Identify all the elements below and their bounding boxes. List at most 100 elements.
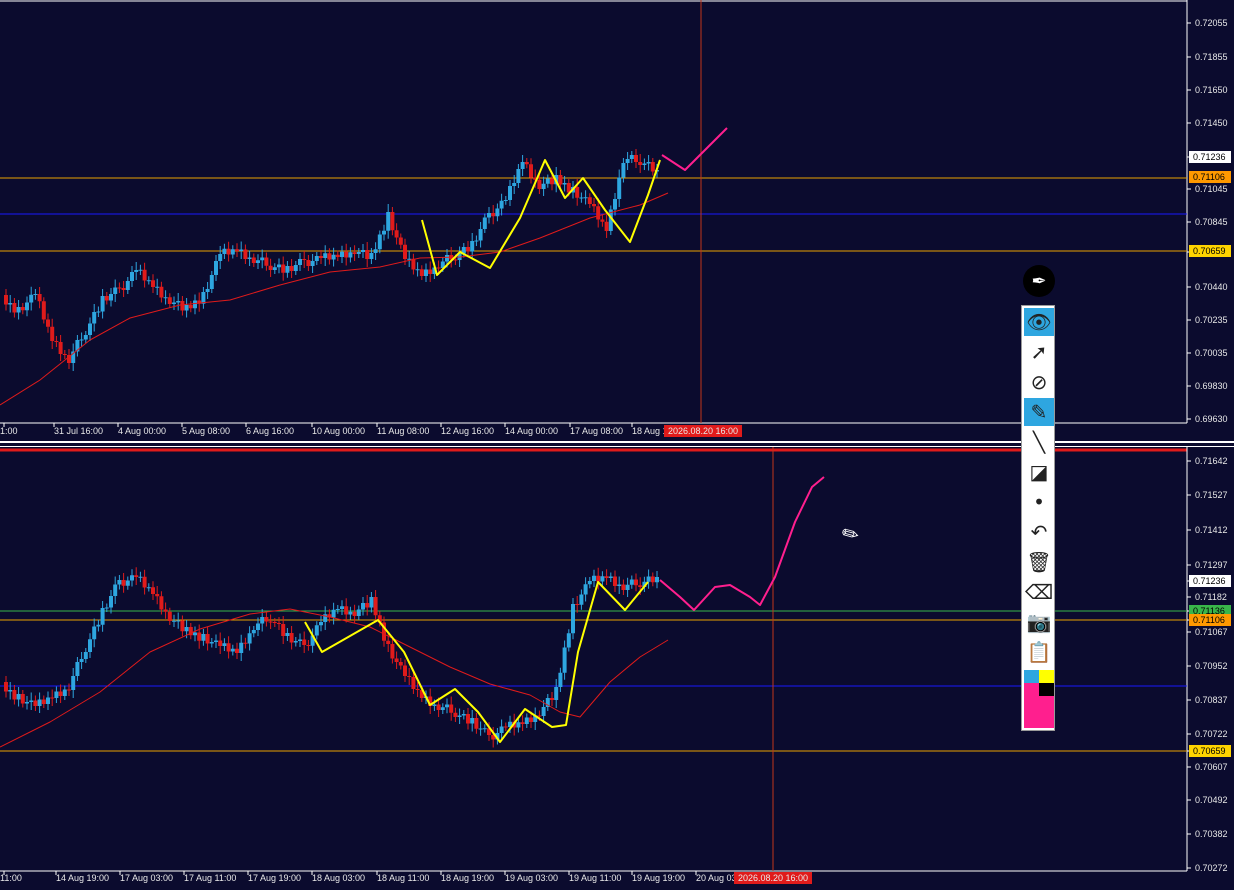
price-tick-label: 0.71297 bbox=[1195, 560, 1228, 570]
bottom-candle bbox=[436, 704, 441, 710]
line-tool-icon[interactable]: ╲ bbox=[1024, 428, 1054, 456]
color-swatch[interactable] bbox=[1024, 670, 1039, 683]
price-tick-label: 0.71650 bbox=[1195, 85, 1228, 95]
top-candle bbox=[411, 258, 416, 270]
clipboard-icon[interactable]: 📋 bbox=[1024, 638, 1054, 666]
bottom-candle bbox=[197, 632, 202, 641]
top-candle bbox=[184, 305, 189, 311]
dot-size-icon[interactable]: • bbox=[1024, 488, 1054, 516]
color-swatch[interactable] bbox=[1039, 683, 1054, 696]
bottom-candle bbox=[529, 717, 533, 722]
price-tick-label: 0.71182 bbox=[1195, 592, 1227, 602]
color-swatch[interactable] bbox=[1039, 670, 1054, 683]
top-candle bbox=[155, 286, 160, 288]
top-candle bbox=[16, 307, 21, 313]
bottom-candle bbox=[482, 728, 487, 730]
top-candle bbox=[117, 287, 122, 289]
bottom-candle bbox=[218, 640, 223, 646]
bottom-candle bbox=[369, 597, 374, 608]
bottom-candle bbox=[583, 584, 588, 595]
top-candle bbox=[58, 342, 63, 354]
top-candle bbox=[281, 264, 286, 273]
bottom-candle bbox=[331, 609, 336, 618]
highlighter-icon[interactable]: ✎ bbox=[1024, 398, 1054, 426]
top-candle bbox=[134, 270, 139, 272]
top-candle bbox=[323, 253, 328, 258]
bottom-candle bbox=[281, 624, 286, 636]
bottom-candle bbox=[209, 642, 214, 644]
top-candle bbox=[151, 280, 155, 287]
time-tick-label: 17 Aug 03:00 bbox=[120, 873, 173, 883]
bottom-candle bbox=[457, 715, 462, 717]
time-tick-label: 12 Aug 16:00 bbox=[441, 426, 494, 436]
bottom-candle bbox=[92, 626, 97, 640]
bottom-candle bbox=[348, 611, 353, 615]
top-candle bbox=[642, 163, 647, 165]
bottom-candle bbox=[562, 647, 567, 673]
bottom-candle bbox=[306, 645, 311, 646]
top-candle bbox=[335, 254, 340, 257]
bottom-candle bbox=[130, 575, 134, 581]
pen-disabled-icon[interactable]: ⊘ bbox=[1024, 368, 1054, 396]
bottom-candle bbox=[75, 662, 80, 676]
top-candle bbox=[403, 244, 407, 259]
undo-icon[interactable]: ↶ bbox=[1024, 518, 1054, 546]
bottom-candle bbox=[172, 620, 176, 622]
top-candle bbox=[218, 254, 223, 261]
bottom-candle bbox=[541, 707, 546, 716]
top-candle bbox=[243, 249, 248, 259]
top-candle bbox=[319, 256, 323, 258]
bottom-candle bbox=[571, 604, 575, 634]
price-tick-label: 0.71527 bbox=[1195, 490, 1228, 500]
arrow-cursor-icon[interactable]: ➚ bbox=[1024, 338, 1054, 366]
bottom-candle bbox=[62, 689, 67, 696]
bottom-candle bbox=[201, 634, 206, 641]
bottom-candle bbox=[445, 704, 449, 708]
top-candle bbox=[352, 252, 357, 254]
top-candle bbox=[130, 272, 134, 281]
bottom-candle bbox=[302, 639, 307, 645]
bottom-candle bbox=[453, 712, 458, 717]
top-candle bbox=[394, 230, 399, 238]
top-candle bbox=[592, 204, 596, 207]
price-tick-label: 0.71642 bbox=[1195, 456, 1228, 466]
top-candle bbox=[495, 208, 500, 217]
trash-icon[interactable]: 🗑 bbox=[1024, 548, 1054, 576]
top-candle bbox=[377, 234, 382, 250]
bottom-candle bbox=[100, 608, 105, 625]
top-candle bbox=[230, 249, 235, 255]
time-tick-label: 11 Aug 08:00 bbox=[377, 426, 429, 436]
top-candle bbox=[272, 267, 277, 270]
top-candle bbox=[424, 269, 428, 276]
top-candle bbox=[545, 178, 550, 184]
bottom-plot-area[interactable] bbox=[0, 447, 1187, 871]
bottom-candle bbox=[344, 606, 349, 615]
camera-icon[interactable]: 📷 bbox=[1024, 608, 1054, 636]
bottom-candle bbox=[96, 624, 101, 627]
top-candle bbox=[508, 186, 512, 200]
time-tick-label: 18 Aug 11:00 bbox=[377, 873, 429, 883]
bottom-candle bbox=[50, 697, 55, 699]
top-candle bbox=[172, 302, 176, 304]
eraser-icon[interactable]: ◪ bbox=[1024, 458, 1054, 486]
top-candle bbox=[159, 286, 164, 298]
bottom-candle bbox=[449, 704, 454, 713]
top-candle bbox=[188, 305, 193, 309]
fountain-pen-icon[interactable]: ✒ bbox=[1023, 265, 1055, 297]
clear-all-icon[interactable]: ⌫ bbox=[1024, 578, 1054, 606]
bottom-candle bbox=[180, 620, 185, 632]
top-candle bbox=[445, 255, 449, 262]
price-tag-label: 0.71236 bbox=[1193, 152, 1226, 162]
eye-icon[interactable]: 👁 bbox=[1024, 308, 1054, 336]
top-candle bbox=[79, 339, 84, 341]
bottom-candle bbox=[621, 584, 626, 590]
bottom-candle bbox=[37, 699, 42, 706]
top-candle bbox=[12, 303, 17, 313]
top-candle bbox=[180, 301, 185, 311]
bottom-candle bbox=[289, 633, 294, 643]
top-candle bbox=[163, 297, 168, 299]
bottom-candle bbox=[138, 576, 143, 578]
top-candle bbox=[277, 264, 281, 268]
price-tick-label: 0.70845 bbox=[1195, 217, 1228, 227]
top-candle bbox=[428, 269, 433, 274]
